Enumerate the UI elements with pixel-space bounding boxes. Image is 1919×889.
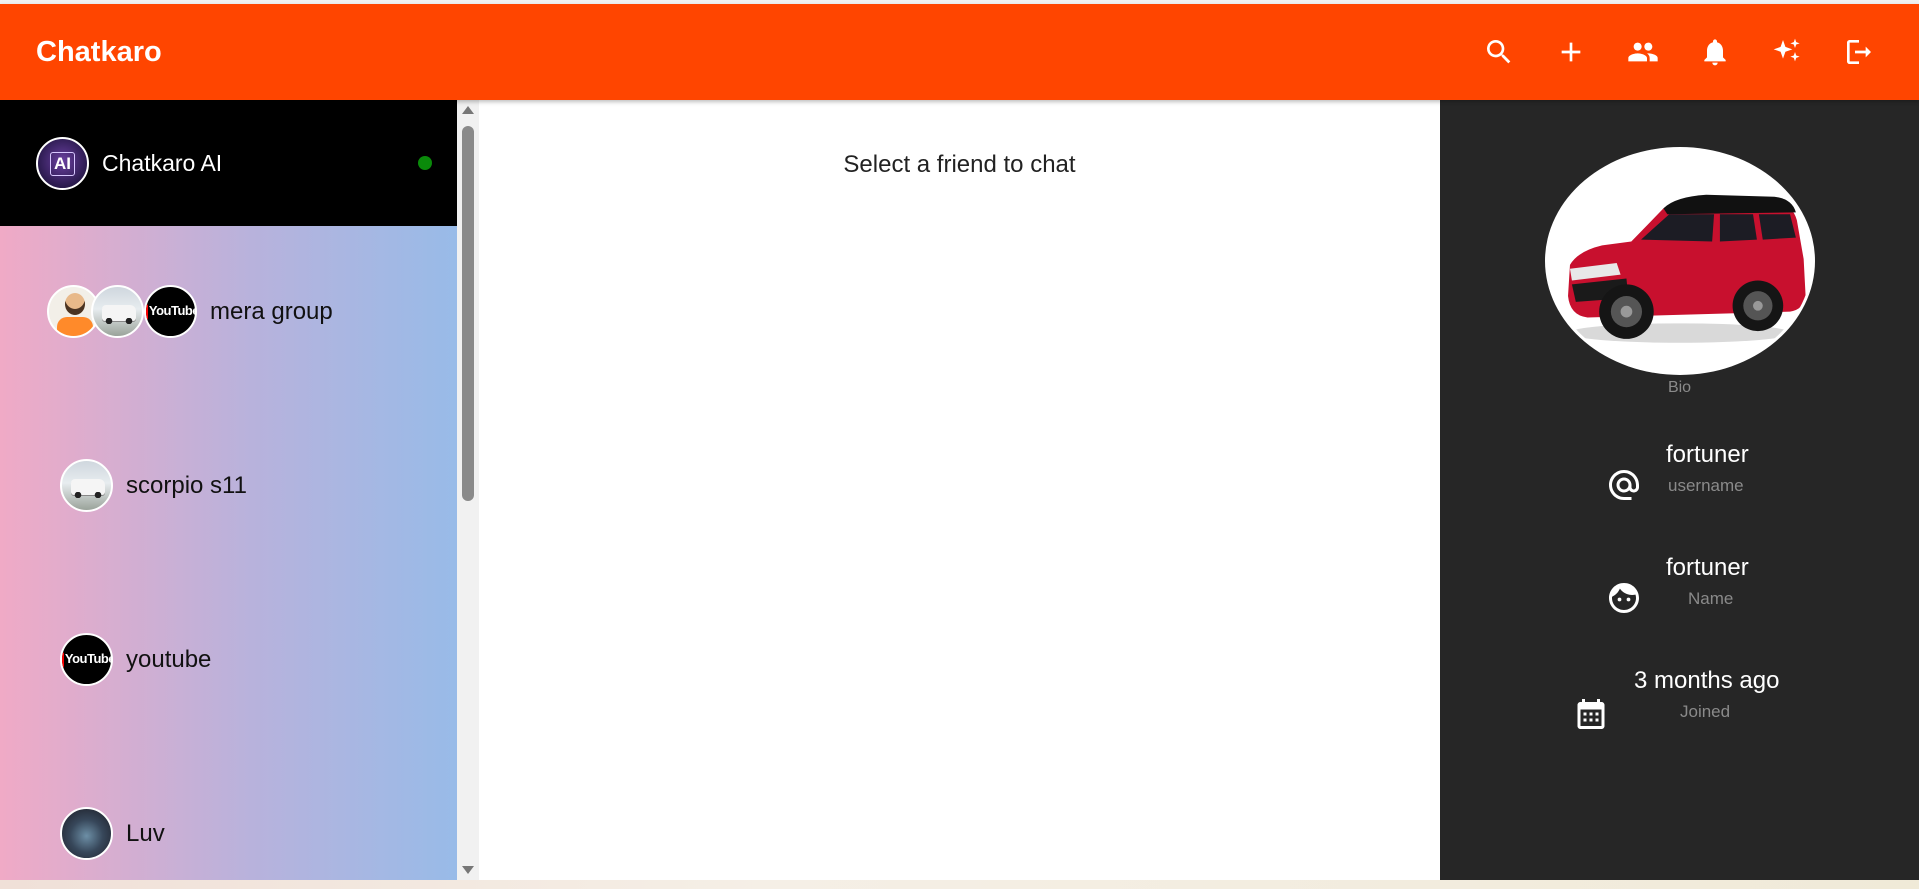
sidebar-item-mera-group[interactable]: YouTube mera group <box>0 257 457 367</box>
scroll-down-arrow-icon[interactable] <box>462 866 474 874</box>
luv-avatar <box>60 807 113 860</box>
calendar-icon <box>1573 696 1609 732</box>
chat-placeholder-text: Select a friend to chat <box>843 151 1076 178</box>
car-avatar <box>60 459 113 512</box>
add-icon <box>1561 42 1581 62</box>
sidebar-item-scorpio-s11[interactable]: scorpio s11 <box>0 431 457 541</box>
car-photo-icon <box>1548 150 1812 372</box>
joined-value: 3 months ago <box>1634 667 1780 694</box>
chat-panel: Select a friend to chat <box>479 100 1440 880</box>
profile-joined-row: 3 months ago Joined <box>1440 666 1919 736</box>
header-actions <box>1475 28 1883 76</box>
friends-sidebar: AI Chatkaro AI YouTube mera group scorpi… <box>0 100 457 880</box>
profile-display-name: fortuner <box>1638 347 1721 374</box>
sidebar-item-youtube[interactable]: YouTube youtube <box>0 605 457 715</box>
scrollbar-thumb[interactable] <box>462 126 474 501</box>
bell-icon <box>1704 39 1726 66</box>
app-root: Chatkaro AI Chatkaro AI YouTube mera gro… <box>0 0 1919 889</box>
friends-button[interactable] <box>1619 28 1667 76</box>
ai-chat-name: Chatkaro AI <box>102 150 223 176</box>
friend-name: youtube <box>126 646 212 673</box>
notifications-button[interactable] <box>1691 28 1739 76</box>
sidebar-scrollbar[interactable] <box>457 100 479 880</box>
profile-username-row: fortuner username <box>1440 440 1919 510</box>
sparkle-icon <box>1773 38 1800 62</box>
profile-panel: fortuner Bio fortuner username fortuner … <box>1440 100 1919 880</box>
ai-avatar: AI <box>36 137 89 190</box>
friend-name: mera group <box>210 298 333 325</box>
name-value: fortuner <box>1666 554 1749 581</box>
at-icon <box>1606 467 1642 503</box>
logout-icon <box>1847 40 1871 64</box>
youtube-avatar: YouTube <box>144 285 197 338</box>
app-title: Chatkaro <box>36 36 162 68</box>
youtube-avatar: YouTube <box>60 633 113 686</box>
sidebar-item-chatkaro-ai[interactable]: AI Chatkaro AI <box>0 100 457 226</box>
ai-button[interactable] <box>1763 28 1811 76</box>
joined-label: Joined <box>1680 702 1731 721</box>
scroll-up-arrow-icon[interactable] <box>462 106 474 114</box>
username-label: username <box>1668 476 1744 495</box>
profile-photo <box>1545 147 1815 375</box>
sidebar-item-luv[interactable]: Luv <box>0 779 457 880</box>
add-button[interactable] <box>1547 28 1595 76</box>
face-icon <box>1606 580 1642 616</box>
friend-name: Luv <box>126 820 165 847</box>
search-icon <box>1487 40 1511 64</box>
ai-avatar-text: AI <box>50 151 75 176</box>
friend-name: scorpio s11 <box>126 472 247 499</box>
top-app-bar: Chatkaro <box>0 4 1919 100</box>
profile-name-row: fortuner Name <box>1440 553 1919 623</box>
logout-button[interactable] <box>1835 28 1883 76</box>
bottom-edge <box>0 880 1919 889</box>
name-label: Name <box>1688 589 1734 608</box>
online-status-dot <box>418 156 432 170</box>
username-value: fortuner <box>1666 441 1749 468</box>
car-avatar <box>91 285 144 338</box>
people-icon <box>1628 42 1658 62</box>
search-button[interactable] <box>1475 28 1523 76</box>
profile-bio: Bio <box>1667 379 1692 396</box>
